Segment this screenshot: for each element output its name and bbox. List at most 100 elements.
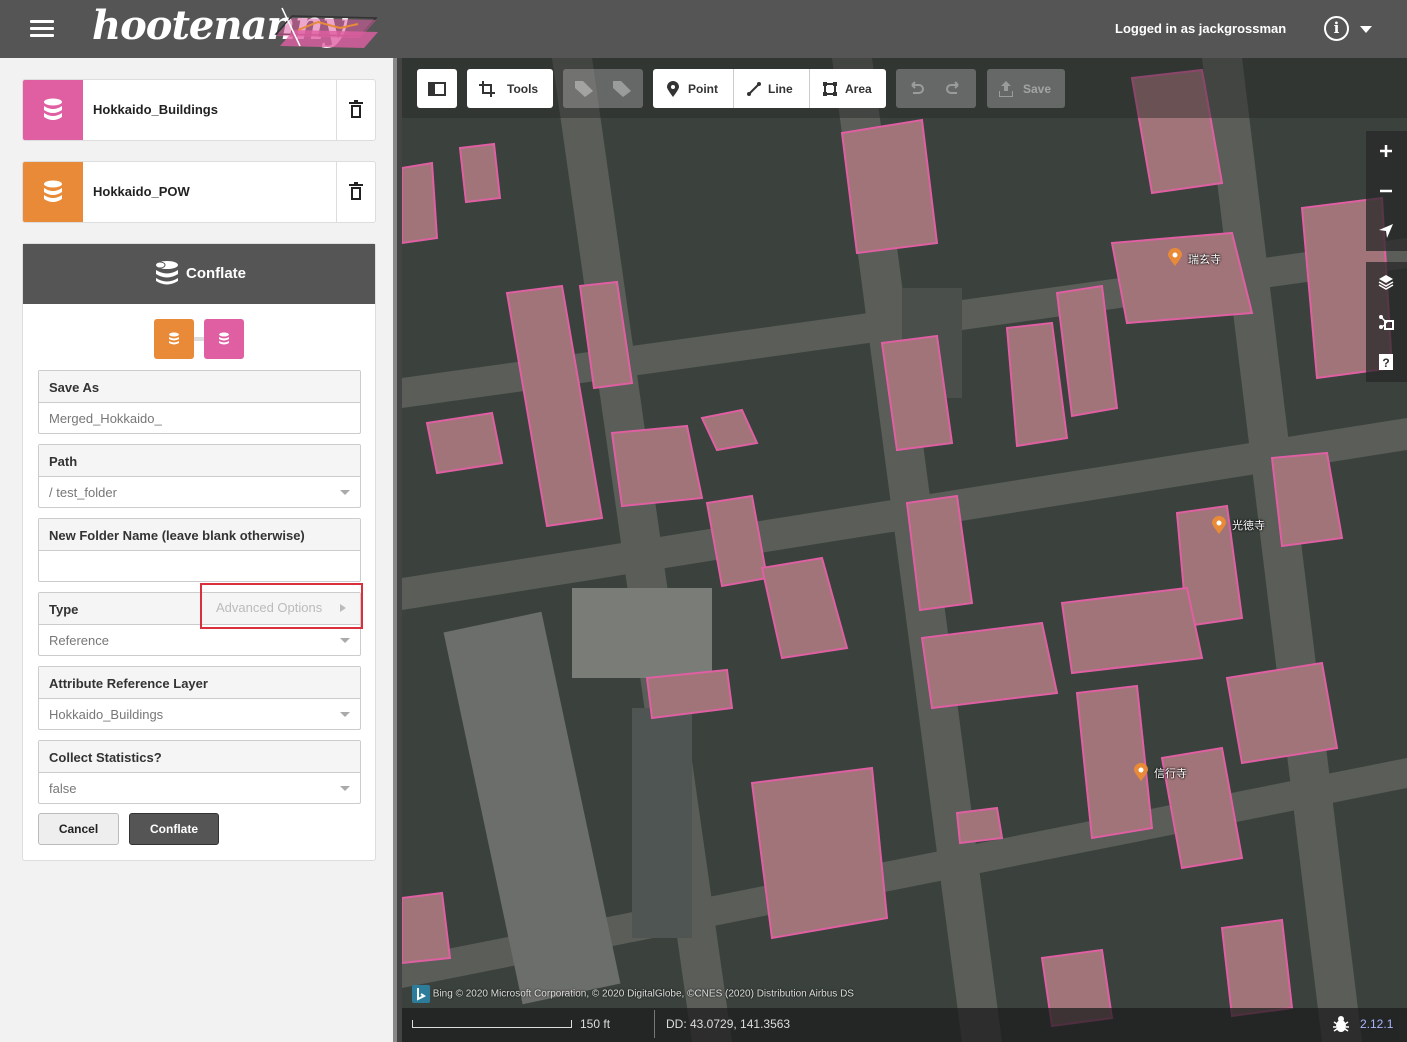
conflate-icon [154, 261, 178, 285]
trash-icon[interactable] [336, 162, 375, 222]
scale-bar [412, 1020, 572, 1028]
save-as-field: Save As Merged_Hokkaido_ [38, 370, 361, 434]
map-view[interactable]: 瑞玄寺 光徳寺 信行寺 [402, 58, 1407, 1042]
panel-title: Conflate [186, 265, 246, 282]
layer-name: Hokkaido_POW [93, 184, 190, 199]
help-button[interactable]: ? [1366, 342, 1407, 382]
new-folder-input[interactable] [39, 551, 360, 581]
database-icon [23, 162, 83, 222]
select-value: false [49, 781, 77, 796]
advanced-options-label: Advanced Options [216, 600, 323, 615]
tools-button[interactable]: Tools [467, 69, 553, 108]
sidebar: Hokkaido_Buildings Hokkaido_POW Conflate… [0, 58, 397, 1042]
minus-icon [1380, 189, 1392, 193]
line-button[interactable]: Line [734, 69, 809, 108]
logo-map-art [274, 7, 378, 48]
type-select[interactable]: Reference [39, 625, 360, 655]
top-bar: hootenanny Logged in as jackgrossman i [0, 0, 1407, 58]
buildings-layer-chip [204, 319, 244, 359]
chevron-right-icon [340, 604, 346, 612]
area-button[interactable]: Area [810, 69, 886, 108]
redo-icon [946, 81, 959, 94]
map-controls: ? [1366, 262, 1407, 382]
cancel-button[interactable]: Cancel [38, 813, 119, 845]
trash-icon[interactable] [336, 80, 375, 140]
field-label: Collect Statistics? [39, 741, 360, 773]
chevron-down-icon [340, 712, 350, 717]
collect-statistics-select[interactable]: false [39, 773, 360, 803]
map-toolbar: Tools Point Line Area Save [402, 58, 1407, 118]
poi-marker-icon[interactable] [1168, 248, 1182, 266]
conflate-header: Conflate [23, 244, 375, 304]
version-link[interactable]: 2.12.1 [1360, 1017, 1393, 1031]
map-marker-icon [667, 81, 679, 97]
chevron-down-icon[interactable] [1360, 26, 1372, 33]
poi-label: 信行寺 [1154, 768, 1187, 780]
background-layers-button[interactable] [1366, 262, 1407, 302]
bug-icon[interactable] [1332, 1016, 1350, 1032]
layer-card-buildings[interactable]: Hokkaido_Buildings [22, 79, 376, 141]
svg-text:?: ? [1382, 356, 1389, 370]
conflate-button[interactable]: Conflate [129, 813, 219, 845]
poi-label: 光徳寺 [1232, 520, 1265, 532]
attribute-reference-field: Attribute Reference Layer Hokkaido_Build… [38, 666, 361, 730]
poi-marker-icon[interactable] [1212, 516, 1226, 534]
zoom-out-button[interactable] [1366, 171, 1407, 211]
area-icon [823, 82, 837, 96]
path-select[interactable]: / test_folder [39, 477, 360, 507]
collect-statistics-field: Collect Statistics? false [38, 740, 361, 804]
map-attribution: Bing © 2020 Microsoft Corporation, © 202… [412, 985, 854, 1003]
field-label: Save As [39, 371, 360, 403]
layers-icon [1378, 275, 1394, 290]
menu-icon[interactable] [30, 20, 54, 38]
tags-button-group[interactable] [563, 69, 643, 108]
sidebar-toggle-icon [428, 82, 446, 96]
map-data-button[interactable] [1366, 302, 1407, 342]
attribution-text: Bing © 2020 Microsoft Corporation, © 202… [432, 988, 854, 1000]
tags-icon [613, 81, 631, 97]
line-label: Line [768, 82, 793, 96]
zoom-controls [1366, 131, 1407, 251]
help-icon: ? [1379, 354, 1393, 370]
new-folder-field: New Folder Name (leave blank otherwise) [38, 518, 361, 582]
line-icon [747, 82, 761, 96]
field-label: Attribute Reference Layer [39, 667, 360, 699]
database-icon [23, 80, 83, 140]
info-icon[interactable]: i [1324, 16, 1349, 41]
undo-icon [911, 81, 924, 94]
select-value: Hokkaido_Buildings [49, 707, 164, 722]
tag-icon [575, 81, 593, 97]
sidebar-toggle-button[interactable] [417, 69, 457, 108]
crop-icon [479, 81, 495, 97]
geolocate-button[interactable] [1366, 211, 1407, 251]
pow-layer-chip [154, 319, 194, 359]
tools-label: Tools [507, 82, 539, 96]
save-label: Save [1023, 82, 1052, 96]
map-data-icon [1379, 315, 1394, 330]
save-button[interactable]: Save [987, 69, 1065, 108]
point-label: Point [688, 82, 718, 96]
chevron-down-icon [340, 786, 350, 791]
draw-button-group: Point Line Area [653, 69, 886, 108]
chevron-down-icon [340, 638, 350, 643]
save-as-input[interactable]: Merged_Hokkaido_ [39, 403, 360, 433]
path-field: Path / test_folder [38, 444, 361, 508]
login-status: Logged in as jackgrossman [1115, 21, 1287, 36]
undo-redo-group[interactable] [896, 69, 976, 108]
conflate-panel: Conflate Save As Merged_Hokkaido_ Path /… [22, 243, 376, 861]
advanced-options-button[interactable]: Advanced Options [200, 583, 363, 629]
poi-label: 瑞玄寺 [1188, 254, 1221, 266]
point-button[interactable]: Point [653, 69, 733, 108]
chevron-down-icon [340, 490, 350, 495]
layer-card-pow[interactable]: Hokkaido_POW [22, 161, 376, 223]
field-label: Path [39, 445, 360, 477]
area-label: Area [845, 82, 872, 96]
zoom-in-button[interactable] [1366, 131, 1407, 171]
field-label: New Folder Name (leave blank otherwise) [39, 519, 360, 551]
bing-logo-icon [412, 985, 430, 1003]
poi-marker-icon[interactable] [1134, 763, 1148, 781]
select-value: / test_folder [49, 485, 117, 500]
attribute-reference-select[interactable]: Hokkaido_Buildings [39, 699, 360, 729]
coordinates-display: DD: 43.0729, 141.3563 [666, 1017, 791, 1031]
location-arrow-icon [1379, 224, 1393, 238]
